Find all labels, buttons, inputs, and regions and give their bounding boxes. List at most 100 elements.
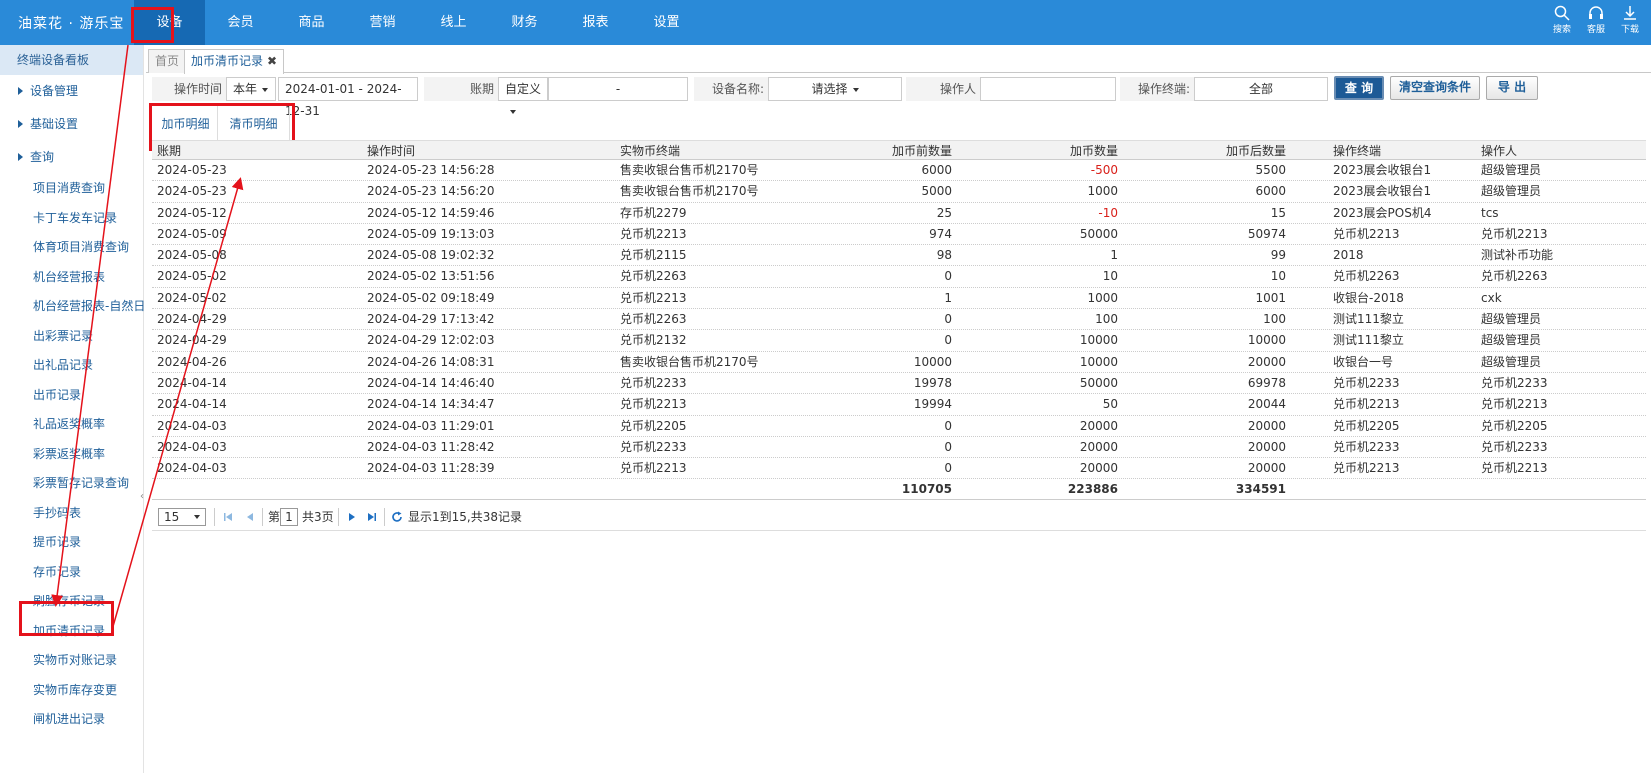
table-cell: 1: [944, 290, 952, 305]
column-header-6[interactable]: 操作终端: [1333, 141, 1473, 161]
table-row[interactable]: 2024-04-14 2024-04-14 14:46:40 兑币机2233 1997…: [152, 373, 1646, 395]
table-cell: 98: [936, 248, 952, 263]
table-cell: 超级管理员: [1481, 163, 1542, 177]
refresh-icon[interactable]: [391, 511, 403, 523]
table-cell: 兑币机2213: [620, 461, 687, 476]
table-cell: 2024-04-03 11:28:39: [367, 461, 495, 476]
page-number-input[interactable]: 1: [280, 508, 298, 526]
sidebar-item-16[interactable]: 实物币对账记录: [0, 646, 143, 676]
sidebar-item-18[interactable]: 闸机进出记录: [0, 705, 143, 735]
table-row[interactable]: 2024-04-29 2024-04-29 17:13:42 兑币机2263 0 100…: [152, 309, 1646, 331]
download-tool[interactable]: 下载: [1619, 5, 1641, 35]
table-row[interactable]: 2024-05-08 2024-05-08 19:02:32 兑币机2115 98 1 9…: [152, 245, 1646, 267]
last-page-icon[interactable]: [366, 511, 378, 523]
export-button[interactable]: 导 出: [1486, 76, 1538, 100]
query-button[interactable]: 查 询: [1334, 76, 1384, 100]
column-header-5[interactable]: 加币后数量: [1138, 141, 1286, 161]
table-row[interactable]: 2024-04-03 2024-04-03 11:28:42 兑币机2233 0 200…: [152, 437, 1646, 459]
table-row[interactable]: 2024-05-12 2024-05-12 14:59:46 存币机2279 25 -1…: [152, 203, 1646, 224]
nav-item-5[interactable]: 财务: [489, 0, 560, 45]
sidebar-item-17[interactable]: 实物币库存变更: [0, 676, 143, 706]
sidebar-item-6[interactable]: 出礼品记录: [0, 351, 143, 381]
sidebar-item-2[interactable]: 体育项目消费查询: [0, 233, 143, 263]
sidebar-group-basic[interactable]: 基础设置: [0, 108, 143, 141]
table-cell: 100: [1095, 312, 1118, 327]
operator-input[interactable]: [980, 77, 1116, 101]
column-header-7[interactable]: 操作人: [1481, 141, 1641, 161]
table-cell: 10000: [1079, 354, 1118, 369]
close-icon[interactable]: ✖: [267, 54, 277, 68]
op-time-period-select[interactable]: 本年: [226, 77, 276, 101]
table-row[interactable]: 2024-04-29 2024-04-29 12:02:03 兑币机2132 0 100…: [152, 330, 1646, 352]
nav-item-4[interactable]: 线上: [418, 0, 489, 45]
table-row[interactable]: 2024-05-02 2024-05-02 09:18:49 兑币机2213 1 100…: [152, 288, 1646, 310]
page-total: 共3页: [302, 510, 334, 524]
tab-strip: 首页 加币清币记录 ✖: [146, 49, 1651, 74]
table-cell: 19978: [913, 375, 952, 390]
first-page-icon[interactable]: [222, 511, 234, 523]
nav-item-1[interactable]: 会员: [205, 0, 276, 45]
table-row[interactable]: 2024-05-23 2024-05-23 14:56:28 售卖收银台售币机217…: [152, 160, 1646, 182]
nav-item-2[interactable]: 商品: [276, 0, 347, 45]
table-row[interactable]: 2024-04-26 2024-04-26 14:08:31 售卖收银台售币机217…: [152, 352, 1646, 373]
page-size-value: 15: [164, 510, 180, 524]
sidebar-item-7[interactable]: 出币记录: [0, 381, 143, 411]
sidebar-item-8[interactable]: 礼品返奖概率: [0, 410, 143, 440]
records-summary: 显示1到15,共38记录: [408, 510, 522, 524]
table-cell: 2018: [1333, 248, 1364, 263]
column-header-2[interactable]: 实物币终端: [620, 141, 820, 161]
sidebar-group-device[interactable]: 设备管理: [0, 75, 143, 108]
nav-item-3[interactable]: 营销: [347, 0, 418, 45]
table-cell: 收银台-2018: [1333, 290, 1404, 305]
table-cell: 2024-05-12: [157, 205, 227, 220]
table-cell: 2024-05-02 09:18:49: [367, 290, 495, 305]
support-tool[interactable]: 客服: [1585, 5, 1607, 35]
nav-item-6[interactable]: 报表: [560, 0, 631, 45]
total-before: 110705: [901, 482, 952, 497]
clear-query-button[interactable]: 清空查询条件: [1390, 76, 1480, 100]
table-row[interactable]: 2024-05-02 2024-05-02 13:51:56 兑币机2263 0 10 1…: [152, 266, 1646, 288]
period-mode-select[interactable]: 自定义: [498, 77, 548, 114]
sidebar-group-label: 查询: [30, 150, 55, 164]
column-header-0[interactable]: 账期: [157, 141, 357, 161]
terminal-select[interactable]: 全部: [1194, 77, 1328, 101]
sidebar-header[interactable]: 终端设备看板: [0, 45, 143, 75]
sidebar-group-query[interactable]: 查询: [0, 141, 143, 174]
sidebar-item-11[interactable]: 手抄码表: [0, 499, 143, 529]
table-row[interactable]: 2024-04-14 2024-04-14 14:34:47 兑币机2213 1999…: [152, 394, 1646, 416]
page-size-select[interactable]: 15: [158, 508, 206, 526]
sidebar-item-13[interactable]: 存币记录: [0, 558, 143, 588]
nav-item-7[interactable]: 设置: [631, 0, 702, 45]
table-row[interactable]: 2024-04-03 2024-04-03 11:28:39 兑币机2213 0 200…: [152, 458, 1646, 480]
device-select[interactable]: 请选择: [768, 77, 902, 101]
table-row[interactable]: 2024-05-09 2024-05-09 19:13:03 兑币机2213 974 5…: [152, 224, 1646, 246]
table-cell: 2023展会收银台1: [1333, 163, 1432, 177]
sidebar-item-10[interactable]: 彩票暂存记录查询: [0, 469, 143, 499]
column-header-3[interactable]: 加币前数量: [827, 141, 952, 161]
search-tool[interactable]: 搜索: [1551, 5, 1573, 35]
table-cell: 1001: [1255, 290, 1286, 305]
table-row[interactable]: 2024-05-23 2024-05-23 14:56:20 售卖收银台售币机217…: [152, 181, 1646, 203]
column-header-4[interactable]: 加币数量: [963, 141, 1118, 161]
next-page-icon[interactable]: [346, 511, 358, 523]
sidebar-item-5[interactable]: 出彩票记录: [0, 322, 143, 352]
sidebar-item-4[interactable]: 机台经营报表-自然日: [0, 292, 145, 322]
tab-home[interactable]: 首页: [148, 49, 187, 73]
sidebar-item-0[interactable]: 项目消费查询: [0, 174, 143, 204]
table-cell: 2023展会收银台1: [1333, 184, 1432, 199]
table-cell: -500: [1090, 163, 1118, 177]
prev-page-icon[interactable]: [244, 511, 256, 523]
table-cell: 兑币机2205: [620, 418, 687, 433]
table-row[interactable]: 2024-04-03 2024-04-03 11:29:01 兑币机2205 0 200…: [152, 416, 1646, 437]
sidebar-item-12[interactable]: 提币记录: [0, 528, 143, 558]
period-range-input[interactable]: -: [548, 77, 688, 101]
op-time-range-input[interactable]: 2024-01-01 - 2024-12-31: [278, 77, 418, 118]
table-cell: 2024-04-14: [157, 375, 227, 390]
page-prefix: 第: [268, 510, 281, 524]
sidebar-item-3[interactable]: 机台经营报表: [0, 263, 143, 293]
column-header-1[interactable]: 操作时间: [367, 141, 607, 161]
sidebar-item-9[interactable]: 彩票返奖概率: [0, 440, 143, 470]
tab-current[interactable]: 加币清币记录 ✖: [184, 49, 285, 74]
table-cell: 20044: [1247, 397, 1286, 412]
sidebar-item-1[interactable]: 卡丁车发车记录: [0, 204, 143, 234]
